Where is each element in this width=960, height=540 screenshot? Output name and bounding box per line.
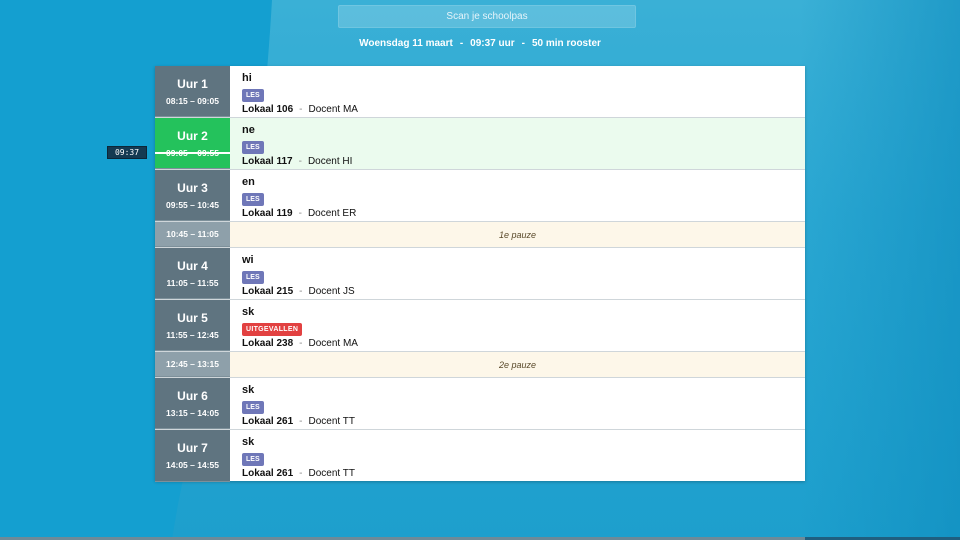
period-time: 08:15 – 09:05 bbox=[166, 95, 219, 106]
period-label: Uur 7 bbox=[177, 441, 208, 455]
period-time: 11:55 – 12:45 bbox=[166, 329, 219, 340]
lesson-badge: LES bbox=[242, 141, 264, 154]
lesson-cell: ne LES Lokaal 117- Docent HI bbox=[230, 118, 805, 169]
subject: sk bbox=[242, 306, 255, 318]
cancelled-badge: UITGEVALLEN bbox=[242, 323, 303, 336]
room: Lokaal 117 bbox=[242, 156, 293, 167]
lesson-meta: Lokaal 238- Docent MA bbox=[242, 338, 805, 349]
separator: - bbox=[299, 286, 303, 297]
period-label: Uur 4 bbox=[177, 258, 208, 273]
schedule-row: Uur 1 08:15 – 09:05 hi LES Lokaal 106- Do… bbox=[155, 66, 805, 118]
schedule-row-active: Uur 2 09:05 – 09:55 ne LES Lokaal 117-Do… bbox=[155, 118, 805, 170]
current-time: 09:37 uur bbox=[470, 38, 515, 49]
separator: - bbox=[298, 156, 302, 167]
separator: - bbox=[299, 416, 303, 427]
lesson-cell: sk UITGEVALLEN Lokaal 238- Docent MA bbox=[230, 300, 805, 351]
separator: - bbox=[459, 38, 464, 49]
teacher: Docent TT bbox=[308, 468, 356, 479]
teacher: Docent MA bbox=[308, 338, 358, 349]
pause-label: 1e pauze bbox=[230, 222, 805, 247]
period-time: 09:55 – 10:45 bbox=[166, 199, 219, 210]
lesson-badge: LES bbox=[242, 453, 264, 466]
lesson-badge: LES bbox=[242, 89, 264, 102]
period-label: Uur 1 bbox=[177, 76, 208, 91]
period-label: Uur 6 bbox=[177, 388, 208, 403]
current-date: Woensdag 11 maart bbox=[359, 38, 453, 49]
lesson-meta: Lokaal 106- Docent MA bbox=[242, 104, 805, 115]
period-cell: Uur 3 09:55 – 10:45 bbox=[155, 170, 230, 221]
lesson-meta: Lokaal 117- Docent HI bbox=[242, 156, 805, 167]
subject: hi bbox=[242, 72, 252, 84]
period-cell: Uur 5 11:55 – 12:45 bbox=[155, 300, 230, 351]
room: Lokaal 238 bbox=[242, 338, 294, 349]
separator: - bbox=[298, 208, 302, 219]
teacher: Docent JS bbox=[308, 286, 355, 297]
separator: - bbox=[521, 38, 525, 49]
schedule-table: Uur 1 08:15 – 09:05 hi LES Lokaal 106- Do… bbox=[155, 66, 805, 482]
schedule-row: Uur 3 09:55 – 10:45 en LES Lokaal 119- Do… bbox=[155, 170, 805, 222]
separator: - bbox=[299, 468, 303, 479]
lesson-meta: Lokaal 261- Docent TT bbox=[242, 416, 805, 427]
pause-time: 12:45 – 13:15 bbox=[166, 359, 219, 369]
current-time-line bbox=[155, 152, 230, 154]
subject: sk bbox=[242, 384, 255, 396]
teacher: Docent ER bbox=[307, 208, 357, 219]
pause-time: 10:45 – 11:05 bbox=[166, 229, 219, 239]
lesson-meta: Lokaal 215- Docent JS bbox=[242, 286, 805, 297]
schedule-type: 50 min rooster bbox=[531, 38, 601, 49]
schedule-row: Uur 6 13:15 – 14:05 sk LES Lokaal 261- Do… bbox=[155, 378, 805, 430]
lesson-cell: en LES Lokaal 119- Docent ER bbox=[230, 170, 805, 221]
pause-time-cell: 10:45 – 11:05 bbox=[155, 222, 230, 247]
subject: sk bbox=[242, 436, 255, 448]
subject: ne bbox=[242, 124, 255, 136]
separator: - bbox=[299, 338, 303, 349]
period-cell: Uur 7 14:05 – 14:55 bbox=[155, 430, 230, 482]
background-edge bbox=[800, 0, 960, 540]
header-info: Woensdag 11 maart -09:37 uur -50 min roost… bbox=[0, 38, 960, 49]
subject: en bbox=[242, 176, 255, 188]
pause-label: 2e pauze bbox=[230, 352, 805, 377]
period-cell: Uur 4 11:05 – 11:55 bbox=[155, 248, 230, 299]
period-time: 11:05 – 11:55 bbox=[166, 277, 219, 288]
room: Lokaal 119 bbox=[242, 208, 293, 219]
period-time: 14:05 – 14:55 bbox=[166, 460, 219, 470]
period-label: Uur 5 bbox=[177, 310, 208, 325]
pause-row: 10:45 – 11:05 1e pauze bbox=[155, 222, 805, 248]
lesson-cell: wi LES Lokaal 215- Docent JS bbox=[230, 248, 805, 299]
room: Lokaal 106 bbox=[242, 104, 294, 115]
pause-time-cell: 12:45 – 13:15 bbox=[155, 352, 230, 377]
lesson-badge: LES bbox=[242, 193, 264, 206]
period-time: 13:15 – 14:05 bbox=[166, 407, 219, 418]
teacher: Docent HI bbox=[307, 156, 353, 167]
schedule-row: Uur 5 11:55 – 12:45 sk UITGEVALLEN Lokaa… bbox=[155, 300, 805, 352]
pause-row: 12:45 – 13:15 2e pauze bbox=[155, 352, 805, 378]
lesson-meta: Lokaal 119- Docent ER bbox=[242, 208, 805, 219]
period-label: Uur 3 bbox=[177, 180, 208, 195]
current-time-marker: 09:37 bbox=[107, 146, 147, 159]
period-label: Uur 2 bbox=[177, 128, 208, 143]
room: Lokaal 215 bbox=[242, 286, 294, 297]
period-cell: Uur 1 08:15 – 09:05 bbox=[155, 66, 230, 117]
lesson-cell: sk LES Lokaal 261- Docent TT bbox=[230, 378, 805, 429]
separator: - bbox=[299, 104, 303, 115]
lesson-cell: hi LES Lokaal 106- Docent MA bbox=[230, 66, 805, 117]
lesson-badge: LES bbox=[242, 401, 264, 414]
period-cell: Uur 2 09:05 – 09:55 bbox=[155, 118, 230, 169]
lesson-badge: LES bbox=[242, 271, 264, 284]
room: Lokaal 261 bbox=[242, 468, 294, 479]
subject: wi bbox=[242, 254, 254, 266]
period-cell: Uur 6 13:15 – 14:05 bbox=[155, 378, 230, 429]
scan-schoolpas-field[interactable]: Scan je schoolpas bbox=[338, 5, 636, 28]
teacher: Docent TT bbox=[308, 416, 356, 427]
teacher: Docent MA bbox=[308, 104, 358, 115]
lesson-cell: sk LES Lokaal 261- Docent TT bbox=[230, 430, 805, 482]
schedule-row: Uur 4 11:05 – 11:55 wi LES Lokaal 215- Do… bbox=[155, 248, 805, 300]
room: Lokaal 261 bbox=[242, 416, 294, 427]
lesson-meta: Lokaal 261- Docent TT bbox=[242, 468, 805, 479]
schedule-row: Uur 7 14:05 – 14:55 sk LES Lokaal 261- Do… bbox=[155, 430, 805, 482]
